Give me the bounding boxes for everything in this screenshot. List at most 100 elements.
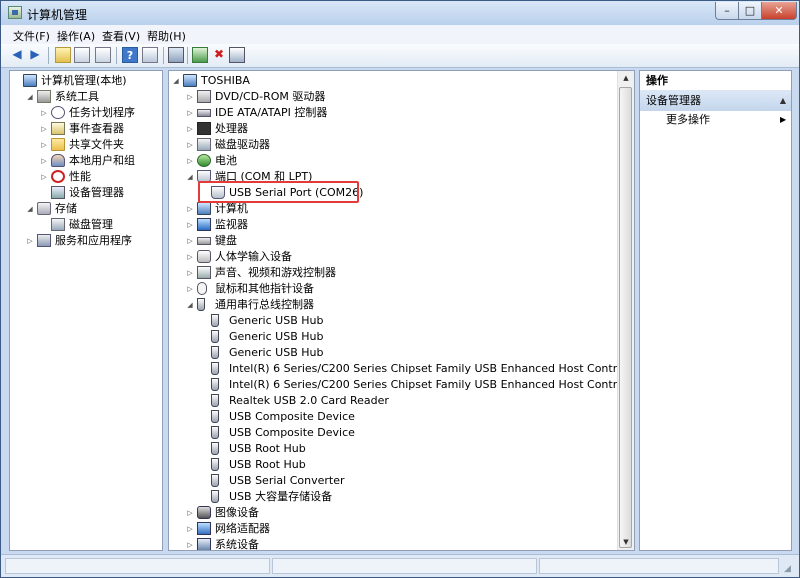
device-manager-icon bbox=[51, 186, 65, 199]
device-tree-panel: ◢ TOSHIBA ▷ DVD/CD-ROM 驱动器 ▷ IDE ATA/ATAPI 控制… bbox=[168, 70, 635, 551]
refresh-icon[interactable] bbox=[168, 47, 184, 63]
collapse-arrow-icon[interactable]: ◢ bbox=[26, 201, 34, 217]
expand-arrow-icon[interactable]: ▷ bbox=[186, 233, 194, 249]
expand-arrow-icon[interactable]: ▷ bbox=[40, 153, 48, 169]
usb-device-icon bbox=[211, 346, 219, 359]
show-tree-icon[interactable] bbox=[74, 47, 90, 63]
toolbar-separator bbox=[187, 47, 188, 64]
title-bar[interactable]: 计算机管理 – □ ✕ bbox=[1, 1, 799, 25]
expand-arrow-icon[interactable]: ▷ bbox=[186, 281, 194, 297]
collapse-arrow-icon[interactable]: ◢ bbox=[186, 169, 194, 185]
back-icon[interactable]: ◀ bbox=[9, 47, 25, 63]
hid-icon bbox=[197, 250, 211, 263]
collapse-arrow-icon[interactable]: ◢ bbox=[186, 297, 194, 313]
expand-arrow-icon[interactable]: ▷ bbox=[40, 169, 48, 185]
status-cell bbox=[272, 558, 537, 574]
highlight-box bbox=[198, 181, 359, 203]
expand-arrow-icon[interactable]: ▷ bbox=[186, 89, 194, 105]
scan-hardware-icon[interactable] bbox=[229, 47, 245, 63]
usb-device-icon bbox=[211, 314, 219, 327]
tree-item-label: 通用串行总线控制器 bbox=[215, 298, 314, 311]
collapse-up-icon[interactable]: ▲ bbox=[780, 91, 786, 111]
collapse-arrow-icon[interactable]: ◢ bbox=[26, 89, 34, 105]
expand-arrow-icon[interactable]: ▷ bbox=[186, 505, 194, 521]
more-actions-item[interactable]: 更多操作 bbox=[666, 111, 710, 129]
vertical-scrollbar[interactable]: ▲ ▼ bbox=[617, 71, 634, 550]
tree-item-label: 服务和应用程序 bbox=[55, 234, 132, 247]
menu-bar: 文件(F) 操作(A) 查看(V) 帮助(H) bbox=[1, 25, 799, 45]
up-folder-icon[interactable] bbox=[55, 47, 71, 63]
tree-item-label: USB Serial Converter bbox=[229, 474, 345, 487]
menu-file[interactable]: 文件(F) bbox=[13, 28, 50, 44]
actions-section-device-manager[interactable]: 设备管理器 ▲ bbox=[640, 91, 791, 111]
dvd-drive-icon bbox=[197, 90, 211, 103]
expand-arrow-icon[interactable]: ▷ bbox=[186, 249, 194, 265]
close-button[interactable]: ✕ bbox=[761, 2, 797, 20]
update-driver-icon[interactable] bbox=[192, 47, 208, 63]
ide-controller-icon bbox=[197, 109, 211, 117]
toolbar: ◀ ▶ ? ✖ bbox=[1, 44, 799, 68]
tree-item-label: 事件查看器 bbox=[69, 122, 124, 135]
window-title: 计算机管理 bbox=[27, 8, 88, 22]
tree-item-label: 鼠标和其他指针设备 bbox=[215, 282, 314, 295]
tree-item-label: TOSHIBA bbox=[201, 74, 250, 87]
tree-item-label: DVD/CD-ROM 驱动器 bbox=[215, 90, 326, 103]
scroll-down-icon[interactable]: ▼ bbox=[618, 535, 634, 550]
expand-arrow-icon[interactable]: ▷ bbox=[186, 153, 194, 169]
tree-item-label: 图像设备 bbox=[215, 506, 259, 519]
uninstall-icon[interactable]: ✖ bbox=[211, 47, 227, 63]
properties-icon[interactable] bbox=[95, 47, 111, 63]
expand-arrow-icon[interactable]: ▷ bbox=[186, 105, 194, 121]
expand-arrow-icon[interactable]: ▷ bbox=[186, 265, 194, 281]
actions-header: 操作 bbox=[640, 71, 791, 91]
tree-item-label: 本地用户和组 bbox=[69, 154, 135, 167]
help-icon[interactable]: ? bbox=[122, 47, 138, 63]
expand-arrow-icon[interactable]: ▷ bbox=[186, 521, 194, 537]
expand-arrow-icon[interactable]: ▷ bbox=[40, 137, 48, 153]
tree-item-label: 存储 bbox=[55, 202, 77, 215]
maximize-button[interactable]: □ bbox=[738, 2, 762, 20]
tree-item-label: 网络适配器 bbox=[215, 522, 270, 535]
usb-device-icon bbox=[211, 458, 219, 471]
local-users-icon bbox=[51, 154, 65, 167]
tree-item-label: Realtek USB 2.0 Card Reader bbox=[229, 394, 389, 407]
expand-arrow-icon[interactable]: ▷ bbox=[186, 137, 194, 153]
menu-view[interactable]: 查看(V) bbox=[102, 28, 140, 44]
expand-arrow-icon[interactable]: ▷ bbox=[186, 537, 194, 550]
forward-icon[interactable]: ▶ bbox=[27, 47, 43, 63]
expand-arrow-icon[interactable]: ▷ bbox=[186, 217, 194, 233]
minimize-button[interactable]: – bbox=[715, 2, 739, 20]
tree-item-label: Intel(R) 6 Series/C200 Series Chipset Fa… bbox=[229, 362, 634, 375]
expand-arrow-icon[interactable]: ▷ bbox=[186, 201, 194, 217]
console-icon[interactable] bbox=[142, 47, 158, 63]
expand-arrow-icon[interactable]: ▷ bbox=[40, 121, 48, 137]
tree-item-label: 任务计划程序 bbox=[69, 106, 135, 119]
expand-arrow-icon[interactable]: ▷ bbox=[40, 105, 48, 121]
scroll-thumb[interactable] bbox=[619, 87, 632, 548]
resize-grip-icon[interactable]: ◢ bbox=[784, 564, 796, 576]
usb-device-icon bbox=[211, 442, 219, 455]
scroll-up-icon[interactable]: ▲ bbox=[618, 71, 634, 86]
usb-device-icon bbox=[211, 378, 219, 391]
services-apps-icon bbox=[37, 234, 51, 247]
expand-arrow-icon[interactable]: ▷ bbox=[26, 233, 34, 249]
system-devices-icon bbox=[197, 538, 211, 550]
tree-item-label: 系统工具 bbox=[55, 90, 99, 103]
tree-item-label: Intel(R) 6 Series/C200 Series Chipset Fa… bbox=[229, 378, 634, 391]
collapse-arrow-icon[interactable]: ◢ bbox=[172, 73, 180, 89]
expand-arrow-icon[interactable]: ▷ bbox=[186, 121, 194, 137]
usb-device-icon bbox=[211, 330, 219, 343]
computer-icon bbox=[183, 74, 197, 87]
menu-help[interactable]: 帮助(H) bbox=[147, 28, 186, 44]
chevron-right-icon[interactable]: ▶ bbox=[780, 111, 786, 129]
processor-icon bbox=[197, 122, 211, 135]
menu-action[interactable]: 操作(A) bbox=[57, 28, 95, 44]
task-scheduler-icon bbox=[51, 106, 65, 119]
